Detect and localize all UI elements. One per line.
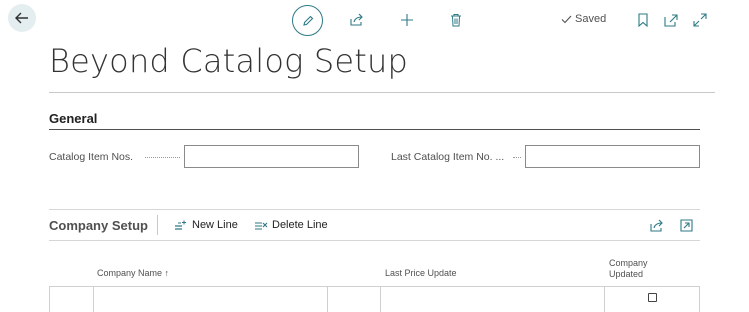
general-section-divider bbox=[49, 129, 700, 130]
expand-icon bbox=[693, 13, 707, 27]
company-setup-separator bbox=[157, 215, 158, 235]
saved-label: Saved bbox=[575, 13, 607, 25]
edit-button[interactable] bbox=[292, 5, 323, 36]
catalog-item-nos-field[interactable] bbox=[184, 145, 359, 168]
last-price-update-column-header[interactable]: Last Price Update bbox=[385, 268, 457, 279]
page-title: Beyond Catalog Setup bbox=[49, 42, 409, 80]
open-new-window-icon bbox=[664, 13, 678, 27]
catalog-item-nos-leader bbox=[145, 157, 180, 158]
delete-button[interactable] bbox=[448, 11, 464, 29]
trash-icon bbox=[451, 14, 461, 27]
open-in-page-icon bbox=[679, 218, 693, 232]
new-line-label: New Line bbox=[192, 219, 238, 231]
new-button[interactable] bbox=[398, 11, 416, 29]
share-icon bbox=[349, 13, 363, 26]
row-selector-cell[interactable] bbox=[49, 287, 50, 312]
part-share-button[interactable] bbox=[649, 217, 665, 233]
table-row[interactable] bbox=[49, 286, 700, 312]
company-name-column-header[interactable]: Company Name ↑ bbox=[97, 268, 169, 279]
company-updated-header-line1: Company bbox=[609, 258, 648, 268]
saved-status: Saved bbox=[561, 13, 606, 25]
expand-button[interactable] bbox=[692, 12, 708, 28]
pencil-icon bbox=[302, 15, 313, 26]
plus-icon bbox=[401, 14, 413, 26]
general-section-title[interactable]: General bbox=[49, 111, 97, 126]
title-divider bbox=[49, 92, 715, 93]
last-catalog-item-no-field[interactable] bbox=[525, 145, 700, 168]
last-catalog-item-no-label: Last Catalog Item No. ... bbox=[391, 151, 505, 163]
last-price-update-cell[interactable] bbox=[380, 287, 604, 312]
company-name-cell[interactable] bbox=[93, 287, 327, 312]
share-icon bbox=[650, 219, 663, 232]
new-line-icon bbox=[175, 220, 186, 230]
company-name-dropdown-cell[interactable] bbox=[327, 287, 380, 312]
bookmark-icon bbox=[638, 13, 648, 27]
company-setup-title[interactable]: Company Setup bbox=[49, 218, 148, 233]
share-button[interactable] bbox=[347, 11, 365, 29]
company-updated-checkbox[interactable] bbox=[648, 293, 657, 302]
delete-line-button[interactable]: Delete Line bbox=[255, 219, 328, 231]
catalog-item-nos-label: Catalog Item Nos. bbox=[49, 151, 134, 163]
company-setup-bottom-divider bbox=[49, 240, 700, 241]
delete-line-label: Delete Line bbox=[272, 219, 328, 231]
company-updated-column-header[interactable]: Company Updated bbox=[609, 258, 648, 280]
new-line-button[interactable]: New Line bbox=[175, 219, 238, 231]
checkmark-icon bbox=[561, 15, 572, 23]
last-catalog-item-no-leader bbox=[513, 157, 521, 158]
part-open-button[interactable] bbox=[678, 217, 694, 233]
delete-line-icon bbox=[255, 221, 268, 230]
open-new-window-button[interactable] bbox=[663, 12, 679, 28]
arrow-left-icon bbox=[15, 12, 28, 24]
company-setup-top-divider bbox=[49, 209, 700, 210]
company-updated-header-line2: Updated bbox=[609, 269, 644, 279]
back-button[interactable] bbox=[8, 4, 36, 32]
bookmark-button[interactable] bbox=[636, 12, 650, 28]
